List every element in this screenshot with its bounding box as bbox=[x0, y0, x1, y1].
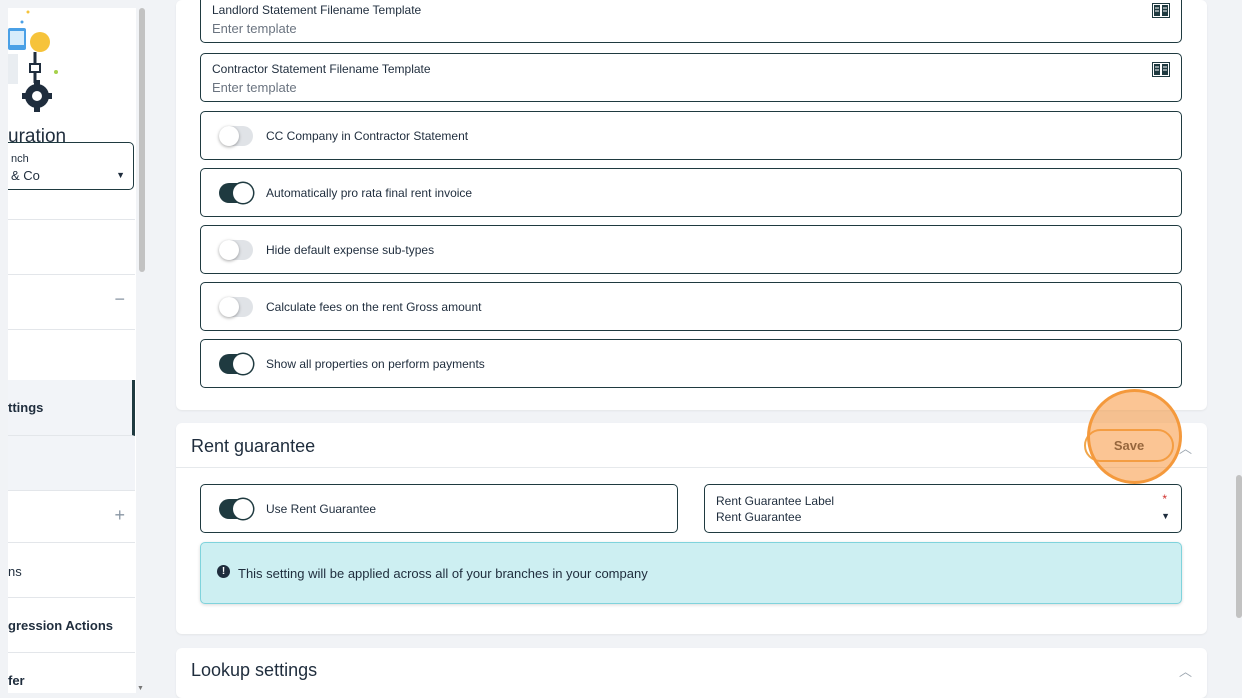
cc-company-toggle[interactable] bbox=[219, 126, 253, 146]
gross-fees-toggle[interactable] bbox=[219, 297, 253, 317]
exclamation-icon: ! bbox=[217, 565, 230, 578]
rent-guarantee-title: Rent guarantee bbox=[191, 436, 316, 456]
toggle-row-pro-rata: Automatically pro rata final rent invoic… bbox=[200, 168, 1182, 217]
toggle-label: Show all properties on perform payments bbox=[266, 357, 485, 371]
sidebar-item-label: ttings bbox=[8, 400, 44, 415]
lookup-settings-card bbox=[176, 648, 1207, 698]
toggle-label: Hide default expense sub-types bbox=[266, 243, 435, 257]
scroll-down-arrow-icon[interactable]: ▼ bbox=[137, 685, 144, 692]
toggle-label: CC Company in Contractor Statement bbox=[266, 129, 469, 143]
sidebar-item[interactable] bbox=[8, 220, 135, 275]
branch-select-label: nch bbox=[11, 153, 29, 165]
info-alert: ! This setting will be applied across al… bbox=[200, 542, 1182, 604]
alert-text: This setting will be applied across all … bbox=[238, 566, 648, 581]
required-marker: * bbox=[1162, 492, 1167, 506]
book-icon[interactable] bbox=[1152, 62, 1170, 77]
sidebar-item[interactable] bbox=[8, 436, 135, 491]
field-label: Landlord Statement Filename Template bbox=[212, 3, 422, 17]
toggle-row-show-properties: Show all properties on perform payments bbox=[200, 339, 1182, 388]
chevron-up-icon[interactable]: ︿ bbox=[1179, 661, 1192, 680]
sidebar-item-settings[interactable]: ttings bbox=[8, 380, 135, 436]
main-scrollbar[interactable] bbox=[1236, 475, 1242, 618]
collapse-minus-icon: − bbox=[114, 289, 125, 309]
sidebar-item[interactable] bbox=[8, 165, 135, 220]
field-placeholder: Enter template bbox=[212, 21, 297, 36]
sidebar-item[interactable]: fer bbox=[8, 653, 135, 693]
chevron-up-icon[interactable]: ︿ bbox=[1179, 438, 1192, 457]
toggle-row-hide-expense: Hide default expense sub-types bbox=[200, 225, 1182, 274]
toggle-row-gross-fees: Calculate fees on the rent Gross amount bbox=[200, 282, 1182, 331]
caret-down-icon: ▼ bbox=[1161, 511, 1170, 521]
field-placeholder: Enter template bbox=[212, 80, 297, 95]
expand-plus-icon: + bbox=[114, 505, 125, 525]
sidebar-group-collapsed[interactable]: + bbox=[8, 491, 135, 543]
sidebar-item[interactable]: ns bbox=[8, 543, 135, 598]
pro-rata-toggle[interactable] bbox=[219, 183, 253, 203]
toggle-row-use-rent-guarantee: Use Rent Guarantee bbox=[200, 484, 678, 533]
use-rent-guarantee-toggle[interactable] bbox=[219, 499, 253, 519]
sidebar-item[interactable]: gression Actions bbox=[8, 598, 135, 653]
sidebar-item-label: gression Actions bbox=[8, 618, 113, 633]
sidebar-item-label: fer bbox=[8, 673, 25, 688]
sidebar-group-expanded[interactable]: − bbox=[8, 275, 135, 330]
save-button[interactable]: Save bbox=[1084, 429, 1174, 462]
configuration-illustration-icon bbox=[8, 10, 58, 112]
rent-guarantee-label-select[interactable]: Rent Guarantee Label Rent Guarantee * ▼ bbox=[704, 484, 1182, 533]
sidebar: uration nch & Co ▼ − ttings + ns gressio… bbox=[8, 8, 136, 693]
toggle-row-cc-company: CC Company in Contractor Statement bbox=[200, 111, 1182, 160]
contractor-statement-filename-field[interactable]: Contractor Statement Filename Template E… bbox=[200, 53, 1182, 102]
toggle-label: Calculate fees on the rent Gross amount bbox=[266, 300, 482, 314]
field-label: Contractor Statement Filename Template bbox=[212, 62, 431, 76]
select-label: Rent Guarantee Label bbox=[716, 494, 835, 508]
sidebar-scrollbar[interactable] bbox=[139, 8, 145, 272]
select-value: Rent Guarantee bbox=[716, 510, 802, 524]
section-divider bbox=[176, 467, 1207, 468]
toggle-label: Automatically pro rata final rent invoic… bbox=[266, 186, 473, 200]
hide-expense-subtypes-toggle[interactable] bbox=[219, 240, 253, 260]
sidebar-item-label: ns bbox=[8, 564, 22, 579]
lookup-settings-title: Lookup settings bbox=[191, 660, 318, 680]
show-properties-toggle[interactable] bbox=[219, 354, 253, 374]
book-icon[interactable] bbox=[1152, 3, 1170, 18]
toggle-label: Use Rent Guarantee bbox=[266, 502, 377, 516]
landlord-statement-filename-field[interactable]: Landlord Statement Filename Template Ent… bbox=[200, 0, 1182, 43]
